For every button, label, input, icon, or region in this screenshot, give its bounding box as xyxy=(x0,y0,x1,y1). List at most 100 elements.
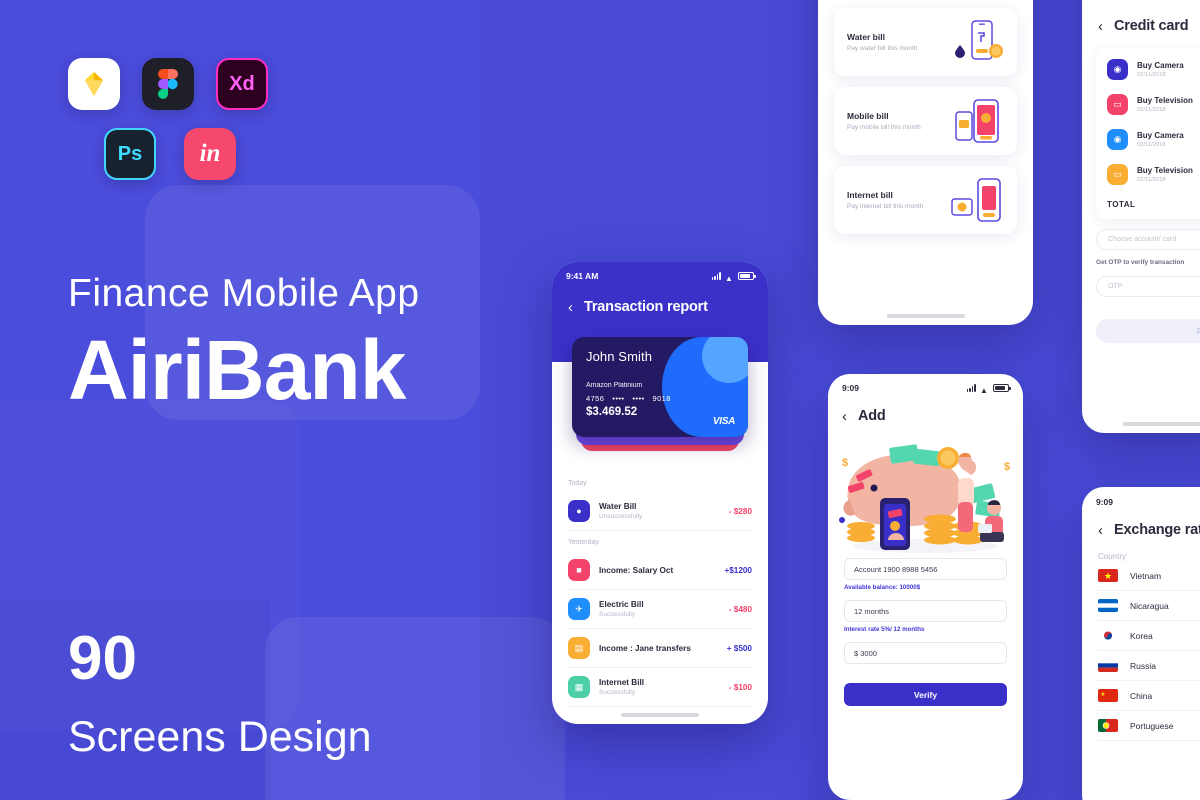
calendar-icon: ■ xyxy=(568,559,590,581)
credit-card-row[interactable]: ▭ Buy Television 02/11/2018 xyxy=(1107,157,1200,192)
country-row[interactable]: Portuguese xyxy=(1098,711,1200,741)
svg-text:$: $ xyxy=(1004,461,1010,473)
card-holder-name: John Smith xyxy=(586,349,653,364)
vietnam-flag: ★ xyxy=(1098,569,1118,582)
country-row[interactable]: Russia xyxy=(1098,651,1200,681)
svg-text:★: ★ xyxy=(1100,691,1105,698)
country-name: Portuguese xyxy=(1130,720,1174,731)
photoshop-icon: Ps xyxy=(104,128,156,180)
transaction-row[interactable]: ▤ Income : Jane transfers + $500 xyxy=(568,629,752,668)
country-row[interactable]: Nicaragua xyxy=(1098,591,1200,621)
add-form-fields: Account 1900 8988 5456 Available balance:… xyxy=(828,558,1023,673)
transaction-status: Successfully xyxy=(599,688,636,696)
purchase-name: Buy Television xyxy=(1137,166,1193,175)
add-input-field[interactable]: 12 months xyxy=(844,600,1007,622)
page-title: Exchange rate xyxy=(1114,522,1200,538)
piggy-bank-illustration: $ $ xyxy=(828,428,1023,558)
bill-card[interactable]: Mobile bill Pay mobile bill this month xyxy=(834,87,1017,155)
back-icon[interactable]: ‹ xyxy=(1098,19,1103,34)
status-bar: 9:41 AM xyxy=(552,271,768,281)
otp-input[interactable]: OTP xyxy=(1096,276,1200,297)
hero-section: Xd Ps in Finance Mobile App AiriBank 90 … xyxy=(68,58,528,761)
wifi-icon xyxy=(980,385,989,392)
signal-icon xyxy=(711,272,721,280)
transaction-group-label: Today xyxy=(568,480,587,487)
bill-card[interactable]: Internet bill Pay internet bill this mont… xyxy=(834,166,1017,234)
country-column-label: Country xyxy=(1098,552,1127,561)
bill-subtitle: Pay internet bill this month xyxy=(847,203,924,210)
navigation-bar: ‹ Credit card xyxy=(1098,18,1200,34)
bill-card[interactable]: Water bill Pay water bill this month xyxy=(834,8,1017,76)
transaction-amount: - $280 xyxy=(728,506,752,516)
country-name: China xyxy=(1130,690,1153,701)
adobe-xd-icon: Xd xyxy=(216,58,268,110)
page-title: Transaction report xyxy=(584,299,708,315)
field-note: Interest rate 5%/ 12 months xyxy=(844,626,925,633)
status-time: 9:09 xyxy=(1096,497,1114,507)
status-bar: 9:09 xyxy=(1082,487,1200,509)
credit-card-row[interactable]: ◉ Buy Camera 02/11/2018 xyxy=(1107,52,1200,87)
screens-label: Screens Design xyxy=(68,713,372,761)
status-icons xyxy=(711,272,756,280)
country-row[interactable]: ★ China xyxy=(1098,681,1200,711)
transaction-row[interactable]: ■ Income: Salary Oct +$1200 xyxy=(568,551,752,590)
purchase-date: 02/11/2018 xyxy=(1137,142,1166,148)
account-select[interactable]: Choose account/ card xyxy=(1096,229,1200,250)
card-face: John Smith Amazon Platinium 4756 •••• ••… xyxy=(572,337,748,437)
bill-subtitle: Pay water bill this month xyxy=(847,45,918,52)
country-row[interactable]: Korea xyxy=(1098,621,1200,651)
background-shape-left xyxy=(0,400,300,730)
phone-bills: Water bill Pay water bill this month Mobil… xyxy=(818,0,1033,325)
back-icon[interactable]: ‹ xyxy=(1098,523,1103,538)
card-tier: Amazon Platinium xyxy=(586,382,643,389)
verify-button[interactable]: Verify xyxy=(844,683,1007,706)
bank-card[interactable]: John Smith Amazon Platinium 4756 •••• ••… xyxy=(572,337,748,451)
wifi-box-icon: ▦ xyxy=(568,676,590,698)
bolt-icon: ✈ xyxy=(568,598,590,620)
transaction-name: Income : Jane transfers xyxy=(599,643,691,653)
credit-card-row[interactable]: ◉ Buy Camera 02/11/2018 xyxy=(1107,122,1200,157)
transaction-row[interactable]: ▦ Internet Bill Successfully - $100 xyxy=(568,668,752,707)
wallet-icon: ▤ xyxy=(568,637,590,659)
transaction-name: Water Bill xyxy=(599,502,637,512)
wifi-icon xyxy=(725,273,734,280)
home-indicator xyxy=(1123,422,1200,426)
status-bar: 9:09 xyxy=(828,374,1023,396)
pay-button[interactable]: Pay xyxy=(1096,319,1200,343)
transaction-group-label: Yesterday xyxy=(568,539,599,546)
bill-card-list: Water bill Pay water bill this month Mobil… xyxy=(818,0,1033,234)
page-title: Credit card xyxy=(1114,18,1189,34)
hero-subtitle: Finance Mobile App xyxy=(68,272,420,315)
bill-title: Water bill xyxy=(847,32,885,42)
status-icons xyxy=(966,384,1011,392)
internet-phone-illustration xyxy=(950,177,1004,223)
purchase-name: Buy Television xyxy=(1137,96,1193,105)
card-number-first: 4756 xyxy=(586,394,605,403)
transaction-amount: - $100 xyxy=(728,682,752,692)
add-input-field[interactable]: Account 1900 8988 5456 xyxy=(844,558,1007,580)
credit-card-row[interactable]: ▭ Buy Television 02/11/2018 xyxy=(1107,87,1200,122)
page-title: Add xyxy=(858,408,886,424)
portugal-flag xyxy=(1098,719,1118,732)
bill-title: Mobile bill xyxy=(847,111,889,121)
status-time: 9:41 AM xyxy=(566,271,599,281)
country-row[interactable]: ★ Vietnam xyxy=(1098,561,1200,591)
add-input-field[interactable]: $ 3000 xyxy=(844,642,1007,664)
status-time: 9:09 xyxy=(842,383,860,393)
nicaragua-flag xyxy=(1098,599,1118,612)
russia-flag xyxy=(1098,659,1118,672)
back-icon[interactable]: ‹ xyxy=(568,300,573,315)
svg-text:★: ★ xyxy=(1104,571,1112,581)
transaction-row[interactable]: ✈ Electric Bill Successfully - $480 xyxy=(568,590,752,629)
figma-icon xyxy=(142,58,194,110)
transaction-amount: - $480 xyxy=(728,604,752,614)
purchase-date: 02/11/2018 xyxy=(1137,72,1166,78)
transaction-row[interactable]: ● Water Bill Unsuccessfully - $280 xyxy=(568,492,752,531)
country-name: Nicaragua xyxy=(1130,600,1169,611)
country-name: Korea xyxy=(1130,630,1153,641)
transaction-list: Today ● Water Bill Unsuccessfully - $280 Yest… xyxy=(552,472,768,707)
bill-subtitle: Pay mobile bill this month xyxy=(847,124,921,131)
screens-count: 90 xyxy=(68,624,137,693)
back-icon[interactable]: ‹ xyxy=(842,409,847,424)
camera-icon: ◉ xyxy=(1107,129,1128,150)
